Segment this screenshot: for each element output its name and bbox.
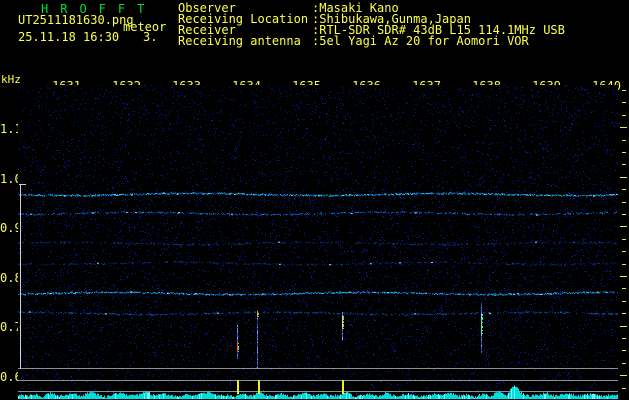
freq-axis-right-tick	[622, 102, 626, 103]
freq-axis-right-tick	[622, 301, 626, 302]
freq-axis-right-tick	[622, 202, 626, 203]
info-label: Receiving antenna	[178, 34, 301, 48]
info-value: :5el Yagi Az 20 for Aomori VOR	[312, 34, 529, 48]
freq-axis-right-tick	[622, 363, 626, 364]
freq-axis-right-tick	[620, 375, 627, 376]
freq-axis-right-tick	[622, 239, 626, 240]
freq-axis-right-tick	[620, 127, 627, 128]
echo-counter: 3.	[143, 30, 158, 44]
freq-axis-right-tick	[622, 189, 626, 190]
info-labels-column: Observer Receiving Location Receiver Receiv…	[178, 2, 308, 48]
freq-axis-right-tick	[622, 313, 626, 314]
freq-axis-right-tick	[622, 251, 626, 252]
freq-axis-right-tick	[622, 152, 626, 153]
freq-axis-right-tick	[622, 164, 626, 165]
freq-axis-label: 0.6	[0, 369, 22, 384]
freq-axis-right-tick	[622, 90, 626, 91]
freq-axis-right-tick	[620, 326, 627, 327]
freq-axis-label: 0.7	[0, 320, 22, 334]
freq-axis-label: 0.8	[0, 270, 22, 285]
echo-count-bar	[237, 380, 239, 394]
freq-axis-label: 0.9	[0, 221, 22, 235]
freq-axis-label: 1.0	[0, 171, 22, 186]
counting-region-line	[20, 184, 21, 369]
echo-count-bar	[342, 380, 344, 394]
spectrogram-canvas	[18, 85, 618, 399]
freq-axis-right-tick	[622, 388, 626, 389]
freq-axis-right-tick	[620, 226, 627, 227]
counting-region-line-serif	[19, 184, 26, 185]
freq-axis-right-tick	[620, 276, 627, 277]
freq-axis-right-tick	[622, 115, 626, 116]
freq-unit-label: kHz	[1, 73, 21, 86]
freq-axis-right-tick	[622, 214, 626, 215]
freq-axis-right-tick	[622, 288, 626, 289]
hrofft-screen: HROFFT UT2511181630.png meteor 25.11.18 …	[0, 0, 629, 400]
observation-datetime: 25.11.18 16:30	[18, 30, 120, 44]
echo-count-bar	[258, 380, 260, 394]
freq-axis-label: 1.1	[0, 122, 22, 136]
freq-axis-right-tick	[622, 264, 626, 265]
freq-axis-right-tick	[620, 177, 627, 178]
freq-axis-right-tick	[622, 140, 626, 141]
freq-axis-right-tick	[622, 350, 626, 351]
output-filename: UT2511181630.png	[18, 13, 134, 27]
freq-axis-right-tick	[622, 338, 626, 339]
info-values-column: :Masaki Kano:Shibukawa,Gunma,Japan:RTL-S…	[312, 2, 565, 48]
